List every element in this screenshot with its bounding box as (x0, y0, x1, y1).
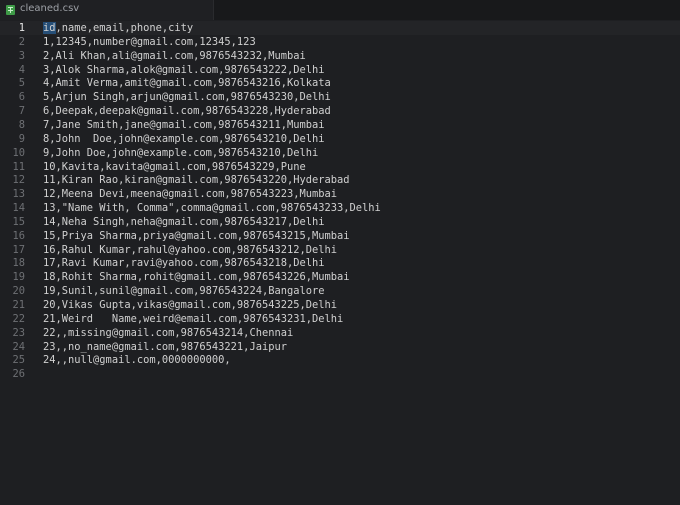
editor-line[interactable]: 21 20,Vikas Gupta,vikas@gmail.com,9876543… (0, 298, 680, 312)
editor-line[interactable]: 3 2,Ali Khan,ali@gmail.com,9876543232,Mum… (0, 49, 680, 63)
line-number: 16 (12, 229, 25, 242)
editor-line[interactable]: 13 12,Meena Devi,meena@gmail.com,98765432… (0, 187, 680, 201)
line-text[interactable]: 21,Weird Name,weird@email.com,9876543231… (43, 312, 343, 326)
line-number: 8 (18, 118, 25, 131)
line-text[interactable]: 12,Meena Devi,meena@gmail.com,9876543223… (43, 187, 337, 201)
editor-line[interactable]: 11 10,Kavita,kavita@gmail.com,9876543229,… (0, 160, 680, 174)
line-text[interactable]: 18,Rohit Sharma,rohit@gmail.com,98765432… (43, 270, 350, 284)
editor-line[interactable]: 16 15,Priya Sharma,priya@gmail.com,987654… (0, 229, 680, 243)
line-text[interactable]: 11,Kiran Rao,kiran@gmail.com,9876543220,… (43, 173, 350, 187)
editor-line[interactable]: 18 17,Ravi Kumar,ravi@yahoo.com,987654321… (0, 256, 680, 270)
editor-line[interactable]: 23 22,,missing@gmail.com,9876543214,Chenn… (0, 326, 680, 340)
editor-line[interactable]: 19 18,Rohit Sharma,rohit@gmail.com,987654… (0, 270, 680, 284)
line-text[interactable]: 15,Priya Sharma,priya@gmail.com,98765432… (43, 229, 350, 243)
line-number: 1 (18, 22, 25, 34)
line-text[interactable]: 10,Kavita,kavita@gmail.com,9876543229,Pu… (43, 160, 306, 174)
line-number: 18 (12, 257, 25, 270)
editor-line[interactable]: 25 24,,null@gmail.com,0000000000, (0, 353, 680, 367)
line-text[interactable]: 16,Rahul Kumar,rahul@yahoo.com,987654321… (43, 243, 337, 257)
line-number: 15 (12, 215, 25, 228)
line-number: 12 (12, 174, 25, 187)
line-text[interactable]: 17,Ravi Kumar,ravi@yahoo.com,9876543218,… (43, 256, 325, 270)
editor-line[interactable]: 24 23,,no_name@gmail.com,9876543221,Jaipu… (0, 340, 680, 354)
line-text[interactable]: 9,John Doe,john@example.com,9876543210,D… (43, 146, 318, 160)
line-text[interactable]: 14,Neha Singh,neha@gmail.com,9876543217,… (43, 215, 325, 229)
line-number: 17 (12, 243, 25, 256)
editor-line[interactable]: 5 4,Amit Verma,amit@gmail.com,9876543216,… (0, 76, 680, 90)
line-text[interactable]: 4,Amit Verma,amit@gmail.com,9876543216,K… (43, 76, 331, 90)
editor-line[interactable]: 6 5,Arjun Singh,arjun@gmail.com,987654323… (0, 90, 680, 104)
line-text[interactable]: 7,Jane Smith,jane@gmail.com,9876543211,M… (43, 118, 325, 132)
tab-cleaned-csv[interactable]: cleaned.csv (0, 0, 214, 20)
line-number: 24 (12, 340, 25, 353)
line-text[interactable]: 23,,no_name@gmail.com,9876543221,Jaipur (43, 340, 287, 354)
editor-line[interactable]: 7 6,Deepak,deepak@gmail.com,9876543228,Hy… (0, 104, 680, 118)
editor-line[interactable]: 20 19,Sunil,sunil@gmail.com,9876543224,Ba… (0, 284, 680, 298)
editor-line[interactable]: 2 1,12345,number@gmail.com,12345,123 (0, 35, 680, 49)
line-number: 5 (18, 77, 25, 90)
editor-line[interactable]: 4 3,Alok Sharma,alok@gmail.com,9876543222… (0, 63, 680, 77)
line-number: 4 (18, 63, 25, 76)
line-text[interactable]: 1,12345,number@gmail.com,12345,123 (43, 35, 256, 49)
line-number: 13 (12, 188, 25, 201)
line-number: 25 (12, 354, 25, 367)
line-text[interactable]: 8,John Doe,john@example.com,9876543210,D… (43, 132, 325, 146)
editor-line[interactable]: 22 21,Weird Name,weird@email.com,98765432… (0, 312, 680, 326)
editor-line[interactable]: 15 14,Neha Singh,neha@gmail.com,987654321… (0, 215, 680, 229)
line-text[interactable]: 5,Arjun Singh,arjun@gmail.com,9876543230… (43, 90, 331, 104)
line-number: 11 (12, 160, 25, 173)
line-text[interactable]: 20,Vikas Gupta,vikas@gmail.com,987654322… (43, 298, 337, 312)
editor-line[interactable]: 14 13,"Name With, Comma",comma@gmail.com,… (0, 201, 680, 215)
text-selection: id (43, 22, 56, 34)
line-number: 23 (12, 326, 25, 339)
editor-line[interactable]: 8 7,Jane Smith,jane@gmail.com,9876543211,… (0, 118, 680, 132)
line-text[interactable]: 24,,null@gmail.com,0000000000, (43, 353, 231, 367)
code-editor[interactable]: 1 id,name,email,phone,city 2 1,12345,number… (0, 20, 680, 505)
line-number: 10 (12, 146, 25, 159)
line-number: 26 (12, 368, 25, 381)
line-number: 6 (18, 91, 25, 104)
line-number: 3 (18, 49, 25, 62)
line-number: 9 (18, 132, 25, 145)
line-text[interactable]: 19,Sunil,sunil@gmail.com,9876543224,Bang… (43, 284, 325, 298)
editor-line[interactable]: 26 (0, 367, 680, 381)
line-text[interactable]: id,name,email,phone,city (43, 21, 193, 35)
tab-label: cleaned.csv (20, 3, 80, 14)
csv-file-icon (6, 5, 15, 15)
editor-line[interactable]: 17 16,Rahul Kumar,rahul@yahoo.com,9876543… (0, 243, 680, 257)
editor-line[interactable]: 10 9,John Doe,john@example.com,9876543210… (0, 146, 680, 160)
editor-line[interactable]: 9 8,John Doe,john@example.com,9876543210,… (0, 132, 680, 146)
tab-bar: cleaned.csv (0, 0, 680, 20)
editor-line[interactable]: 1 id,name,email,phone,city (0, 21, 680, 35)
editor-line[interactable]: 12 11,Kiran Rao,kiran@gmail.com,987654322… (0, 173, 680, 187)
line-text[interactable]: 6,Deepak,deepak@gmail.com,9876543228,Hyd… (43, 104, 331, 118)
line-number: 14 (12, 202, 25, 215)
line-text[interactable]: 22,,missing@gmail.com,9876543214,Chennai (43, 326, 293, 340)
line-number: 20 (12, 285, 25, 298)
line-number: 2 (18, 35, 25, 48)
line-text[interactable]: 13,"Name With, Comma",comma@gmail.com,98… (43, 201, 381, 215)
line-number: 7 (18, 105, 25, 118)
line-number: 19 (12, 271, 25, 284)
line-number: 21 (12, 299, 25, 311)
line-text[interactable]: 3,Alok Sharma,alok@gmail.com,9876543222,… (43, 63, 325, 77)
line-number: 22 (12, 312, 25, 325)
line-text[interactable]: 2,Ali Khan,ali@gmail.com,9876543232,Mumb… (43, 49, 306, 63)
